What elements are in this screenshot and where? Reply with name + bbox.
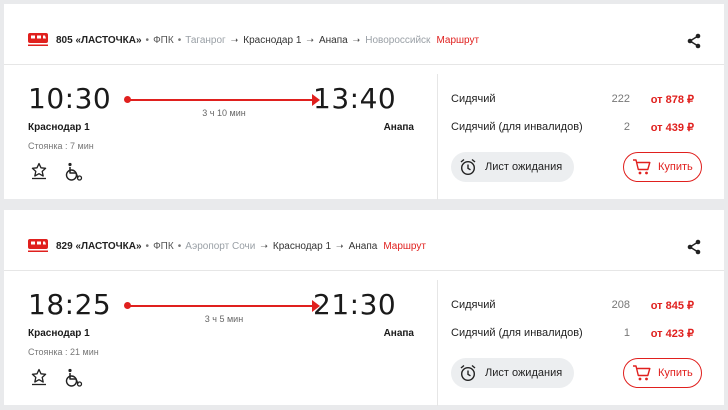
arrow-icon: ➝: [306, 34, 314, 45]
buy-button[interactable]: Купить: [623, 152, 702, 182]
travel-duration: 3 ч 10 мин: [202, 108, 246, 118]
star-badge-icon: [31, 162, 47, 180]
route-station-origin: Таганрог: [185, 34, 226, 46]
waitlist-button[interactable]: Лист ожидания: [451, 358, 574, 388]
train-icon: [28, 33, 48, 46]
stop-duration: Стоянка : 21 мин: [28, 347, 99, 357]
train-icon: [28, 239, 48, 252]
arrow-icon: ➝: [230, 34, 239, 45]
divider: [437, 280, 438, 406]
train-header: 805 «ЛАСТОЧКА» • ФПК • Таганрог ➝ Красно…: [28, 26, 479, 54]
seat-count: 222: [611, 93, 630, 105]
route-link[interactable]: Маршрут: [383, 241, 426, 252]
star-badge-icon: [31, 368, 47, 386]
train-card: 805 «ЛАСТОЧКА» • ФПК • Таганрог ➝ Красно…: [4, 4, 724, 200]
seat-row: Сидячий (для инвалидов) 2 от 439 ₽: [451, 121, 704, 137]
route-station-from: Краснодар 1: [272, 240, 332, 252]
cart-icon: [633, 365, 651, 381]
arrival-station: Анапа: [383, 122, 414, 133]
route-station-to: Анапа: [318, 34, 348, 46]
travel-duration: 3 ч 5 мин: [204, 314, 244, 324]
route-station-origin: Аэропорт Сочи: [185, 240, 256, 252]
departure-station: Краснодар 1: [28, 122, 90, 133]
buy-button[interactable]: Купить: [623, 358, 702, 388]
seat-price[interactable]: от 878 ₽: [651, 93, 694, 106]
seat-row: Сидячий (для инвалидов) 1 от 423 ₽: [451, 327, 704, 343]
route-station-from: Краснодар 1: [243, 34, 302, 46]
buy-label: Купить: [658, 161, 693, 173]
carrier: ФПК: [153, 34, 174, 46]
seat-price[interactable]: от 845 ₽: [651, 299, 694, 312]
route-line: [124, 300, 320, 312]
route-line: [124, 94, 320, 106]
alarm-clock-icon: [460, 364, 476, 382]
seat-count: 2: [623, 121, 630, 133]
departure-time: 18:25: [28, 288, 112, 321]
departure-time: 10:30: [28, 82, 112, 115]
arrival-station: Анапа: [383, 328, 414, 339]
seat-type: Сидячий: [451, 299, 496, 311]
departure-station: Краснодар 1: [28, 328, 90, 339]
arrival-time: 21:30: [313, 288, 397, 321]
train-header: 829 «ЛАСТОЧКА» • ФПК • Аэропорт Сочи ➝ К…: [28, 232, 426, 260]
seat-price[interactable]: от 439 ₽: [651, 121, 694, 134]
waitlist-button[interactable]: Лист ожидания: [451, 152, 574, 182]
train-card: 829 «ЛАСТОЧКА» • ФПК • Аэропорт Сочи ➝ К…: [4, 210, 724, 406]
seat-row: Сидячий 222 от 878 ₽: [451, 93, 704, 109]
share-icon[interactable]: [686, 33, 702, 49]
seat-type: Сидячий: [451, 93, 496, 105]
divider: [4, 64, 724, 65]
divider: [4, 270, 724, 271]
seat-count: 1: [623, 327, 630, 339]
train-number: 829 «ЛАСТОЧКА»: [56, 240, 142, 252]
seat-row: Сидячий 208 от 845 ₽: [451, 299, 704, 315]
route-station-final: Новороссийск: [365, 34, 431, 46]
carrier: ФПК: [153, 240, 174, 252]
waitlist-label: Лист ожидания: [485, 161, 563, 173]
seat-count: 208: [611, 299, 630, 311]
seat-type: Сидячий (для инвалидов): [451, 327, 583, 339]
arrow-icon: ➝: [352, 34, 361, 45]
waitlist-label: Лист ожидания: [485, 367, 563, 379]
share-icon[interactable]: [686, 239, 702, 255]
wheelchair-icon: [65, 162, 83, 181]
stop-duration: Стоянка : 7 мин: [28, 141, 94, 151]
train-number: 805 «ЛАСТОЧКА»: [56, 34, 142, 46]
buy-label: Купить: [658, 367, 693, 379]
seat-price[interactable]: от 423 ₽: [651, 327, 694, 340]
divider: [437, 74, 438, 200]
seat-type: Сидячий (для инвалидов): [451, 121, 583, 133]
route-station-to: Анапа: [348, 240, 378, 252]
alarm-clock-icon: [460, 158, 476, 176]
route-link[interactable]: Маршрут: [436, 35, 479, 46]
arrow-icon: ➝: [260, 240, 268, 251]
arrow-icon: ➝: [336, 240, 344, 251]
cart-icon: [633, 159, 651, 175]
wheelchair-icon: [65, 368, 83, 387]
arrival-time: 13:40: [313, 82, 397, 115]
